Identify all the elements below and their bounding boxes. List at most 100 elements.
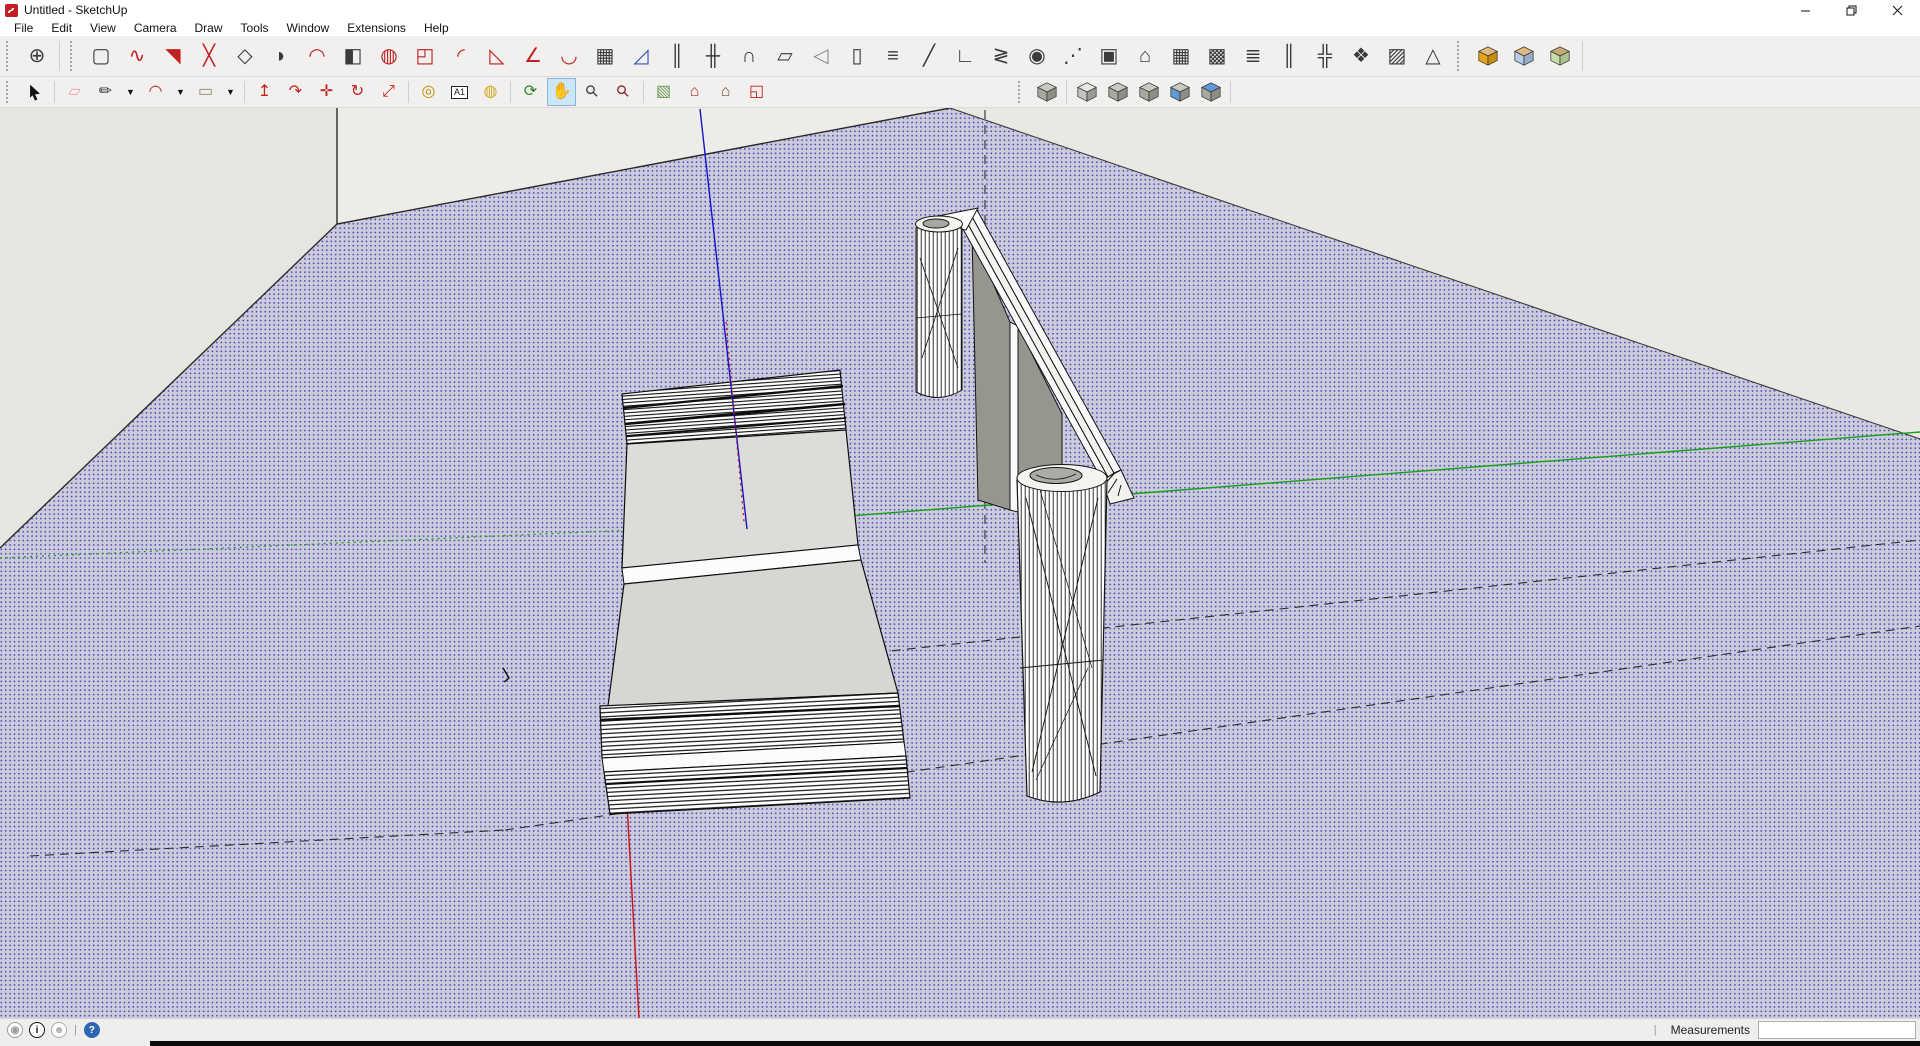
toolbar-drag-handle[interactable] — [6, 41, 15, 71]
restore-button[interactable] — [1828, 0, 1874, 20]
toolbar-drag-handle[interactable] — [1018, 81, 1027, 103]
spiral-stair-icon[interactable]: ◉ — [1020, 39, 1054, 73]
sphere-band-icon[interactable]: ◍ — [372, 39, 406, 73]
menu-window[interactable]: Window — [278, 20, 339, 36]
extension-warehouse-icon[interactable]: ⌂ — [711, 78, 740, 106]
stair-tool-icon[interactable]: ∟ — [948, 39, 982, 73]
solid-trim-icon[interactable] — [1165, 78, 1194, 106]
eraser-tool-icon[interactable]: ▱ — [60, 78, 89, 106]
close-button[interactable] — [1874, 0, 1920, 20]
menu-draw[interactable]: Draw — [186, 20, 232, 36]
sign-in-icon[interactable]: ☻ — [51, 1022, 67, 1038]
sphere-tool-icon[interactable]: ⊕ — [20, 39, 54, 73]
menu-view[interactable]: View — [81, 20, 125, 36]
note-tool-icon[interactable]: ▢ — [84, 39, 118, 73]
arc-tool-dropdown-icon[interactable]: ▼ — [172, 78, 189, 106]
contour-select-icon[interactable]: ◇ — [228, 39, 262, 73]
warehouse-3d-icon[interactable]: ⌂ — [680, 78, 709, 106]
flatten-tool-icon[interactable]: ◗ — [264, 39, 298, 73]
pan-tool-icon[interactable]: ✋ — [547, 78, 576, 106]
solid-split-icon[interactable] — [1196, 78, 1225, 106]
escalator-tool-icon[interactable]: ⋰ — [1056, 39, 1090, 73]
louvre-panel-icon[interactable]: ≣ — [1236, 39, 1270, 73]
measurements-input[interactable] — [1758, 1021, 1916, 1039]
round-corner-icon[interactable] — [1471, 39, 1505, 73]
bend-curve-icon[interactable]: ◠ — [300, 39, 334, 73]
sphere-tool-glyph: ⊕ — [29, 46, 46, 66]
round-edge-icon[interactable]: ◜ — [444, 39, 478, 73]
fence-grid-icon[interactable]: ╬ — [1308, 39, 1342, 73]
credits-info-icon[interactable]: i — [29, 1022, 45, 1038]
send-to-layout-icon[interactable]: ◱ — [742, 78, 771, 106]
pipes-tool-icon[interactable]: ║ — [660, 39, 694, 73]
lattice-panel-icon[interactable]: ▩ — [1200, 39, 1234, 73]
paint-bucket-tool-icon[interactable]: ◍ — [476, 78, 505, 106]
menu-help[interactable]: Help — [415, 20, 458, 36]
door-leaf-icon[interactable]: ▯ — [840, 39, 874, 73]
tape-measure-tool-icon[interactable]: ◎ — [414, 78, 443, 106]
colonnade-tool-icon[interactable]: ∩ — [732, 39, 766, 73]
sharp-corner-icon[interactable] — [1507, 39, 1541, 73]
bevel-corner-icon[interactable] — [1543, 39, 1577, 73]
outer-shell-icon[interactable] — [1032, 78, 1061, 106]
add-location-icon[interactable]: ▧ — [649, 78, 678, 106]
add-location-glyph: ▧ — [656, 84, 671, 100]
menu-file[interactable]: File — [5, 20, 42, 36]
move-tool-icon[interactable]: ✛ — [312, 78, 341, 106]
ramp-tool-icon[interactable]: ╱ — [912, 39, 946, 73]
menu-edit[interactable]: Edit — [42, 20, 81, 36]
scale-tool-icon[interactable]: ⤢ — [374, 78, 403, 106]
door-frame-icon[interactable]: ⌂ — [1128, 39, 1162, 73]
fan-fold-icon[interactable]: ◥ — [156, 39, 190, 73]
zoom-tool-icon[interactable]: ⚲ — [578, 78, 607, 106]
menu-tools[interactable]: Tools — [232, 20, 278, 36]
line-tool-icon[interactable]: ✏ — [91, 78, 120, 106]
rectangle-tool-icon[interactable]: ▭ — [191, 78, 220, 106]
slat-panel-icon[interactable]: ▨ — [1380, 39, 1414, 73]
menu-extensions[interactable]: Extensions — [338, 20, 415, 36]
solid-intersect-icon[interactable] — [1072, 78, 1101, 106]
arc-tool-icon[interactable]: ◠ — [141, 78, 170, 106]
toolbar-drag-handle[interactable] — [1457, 41, 1466, 71]
solid-union-icon[interactable] — [1103, 78, 1132, 106]
rotate-tool-icon[interactable]: ↻ — [343, 78, 372, 106]
escalator-tool-glyph: ⋰ — [1063, 46, 1083, 66]
help-icon[interactable]: ? — [84, 1022, 100, 1038]
menu-camera[interactable]: Camera — [125, 20, 186, 36]
solid-subtract-icon[interactable] — [1134, 78, 1163, 106]
orbit-tool-icon[interactable]: ⟳ — [516, 78, 545, 106]
loft-sail-icon[interactable]: ◿ — [624, 39, 658, 73]
window-grid-icon[interactable]: ▦ — [1164, 39, 1198, 73]
bezier-curve-icon[interactable]: ∿ — [120, 39, 154, 73]
chamfer-corner-icon[interactable]: ◺ — [480, 39, 514, 73]
follow-me-tool-icon[interactable]: ↷ — [281, 78, 310, 106]
column-pair-icon[interactable]: ║ — [1272, 39, 1306, 73]
select-tool-icon[interactable] — [20, 78, 49, 106]
text-tool-icon[interactable]: A1 — [445, 78, 474, 106]
viewport-3d[interactable] — [0, 108, 1920, 1018]
zoom-extents-tool-icon[interactable]: ⚲ — [609, 78, 638, 106]
angle-tool-icon[interactable]: ∠ — [516, 39, 550, 73]
page-fold-icon[interactable]: ▱ — [768, 39, 802, 73]
rectangle-tool-dropdown-icon[interactable]: ▼ — [222, 78, 239, 106]
extension-warehouse-glyph: ⌂ — [721, 84, 731, 100]
pyramid-vent-icon[interactable]: △ — [1416, 39, 1450, 73]
shape-bender-icon[interactable]: ◡ — [552, 39, 586, 73]
stair-zigzag-icon[interactable]: ≷ — [984, 39, 1018, 73]
unfold-box-icon[interactable]: ◧ — [336, 39, 370, 73]
frame-tool-icon[interactable]: ▣ — [1092, 39, 1126, 73]
box-pin-icon[interactable]: ◰ — [408, 39, 442, 73]
knot-panel-icon[interactable]: ❖ — [1344, 39, 1378, 73]
push-pull-tool-icon[interactable]: ↥ — [250, 78, 279, 106]
cage-deform-icon[interactable]: ▦ — [588, 39, 622, 73]
toolbar-drag-handle[interactable] — [70, 41, 79, 71]
geolocation-status-icon[interactable]: ◉ — [7, 1022, 23, 1038]
tube-cluster-icon[interactable]: ╫ — [696, 39, 730, 73]
rotate-tool-glyph: ↻ — [351, 84, 364, 100]
back-arrow-icon[interactable]: ◁ — [804, 39, 838, 73]
cut-tool-icon[interactable]: ╳ — [192, 39, 226, 73]
toolbar-drag-handle[interactable] — [6, 81, 15, 103]
minimize-button[interactable] — [1782, 0, 1828, 20]
line-tool-dropdown-icon[interactable]: ▼ — [122, 78, 139, 106]
shelf-stack-icon[interactable]: ≡ — [876, 39, 910, 73]
